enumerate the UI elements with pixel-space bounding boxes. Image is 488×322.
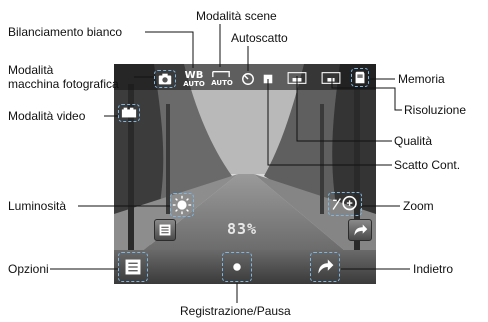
label-memory: Memoria xyxy=(398,72,445,86)
leader-resolution xyxy=(331,78,402,111)
label-white-balance: Bilanciamento bianco xyxy=(8,25,123,39)
label-brightness: Luminosità xyxy=(8,199,67,213)
label-resolution: Risoluzione xyxy=(404,103,467,117)
label-camera-mode-line2: macchina fotografica xyxy=(8,77,119,91)
label-self-timer: Autoscatto xyxy=(231,31,288,45)
leader-continuous-shot xyxy=(267,79,392,166)
label-camera-mode-line1: Modalità xyxy=(8,63,54,77)
label-record-pause: Registrazione/Pausa xyxy=(180,304,291,318)
label-zoom: Zoom xyxy=(403,199,434,213)
label-continuous-shot: Scatto Cont. xyxy=(394,158,461,172)
label-video-mode: Modalità video xyxy=(8,109,86,123)
camera-ui-diagram: WB AUTO AUTO 83% Bilanciamento bianco Mo… xyxy=(0,0,488,322)
leader-quality xyxy=(296,76,392,142)
leader-white-balance xyxy=(145,31,194,68)
label-back: Indietro xyxy=(413,262,454,276)
label-scene-mode: Modalità scene xyxy=(196,9,277,23)
label-options: Opzioni xyxy=(8,262,49,276)
label-quality: Qualità xyxy=(394,134,433,148)
